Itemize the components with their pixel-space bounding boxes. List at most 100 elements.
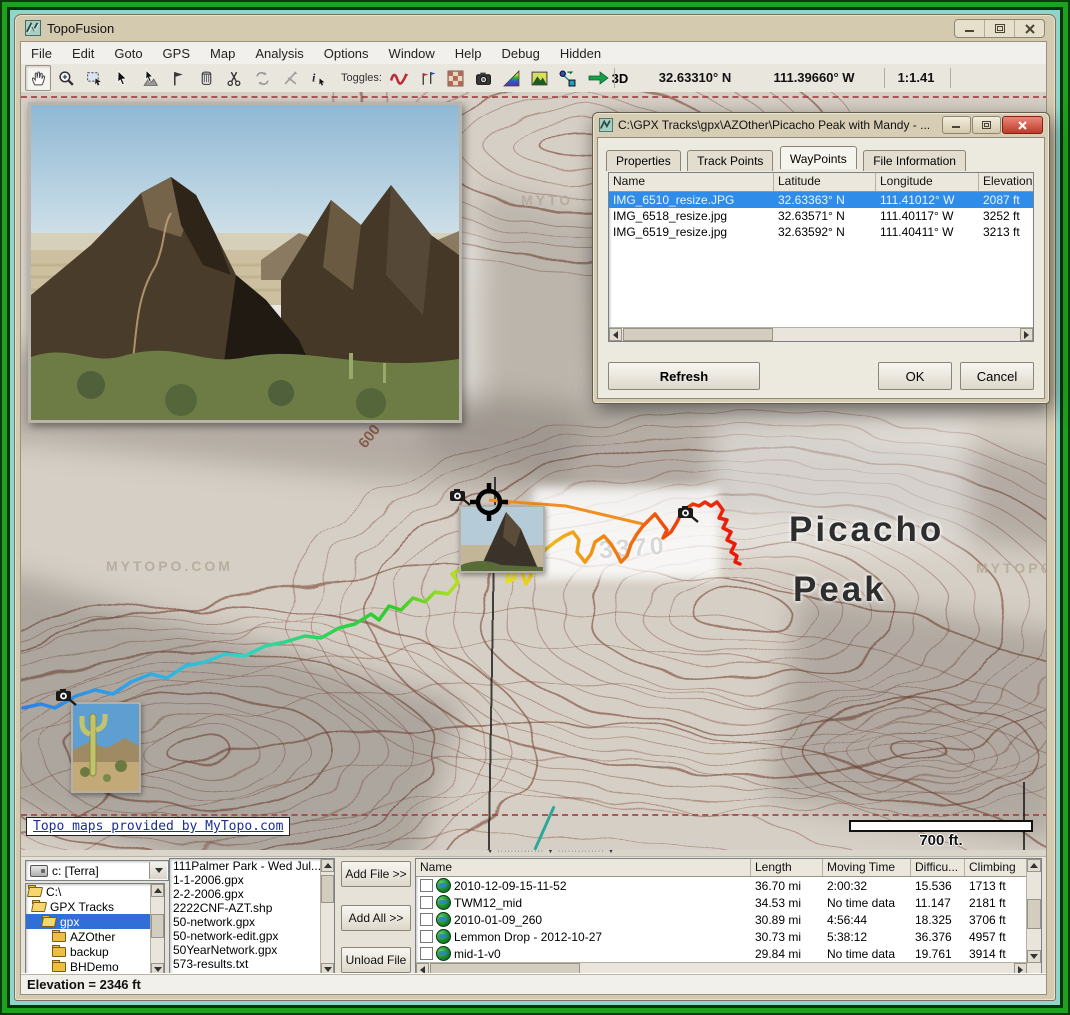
title-bar[interactable]: TopoFusion [15, 15, 1055, 41]
undo-redo-button[interactable] [249, 65, 275, 91]
loaded-tracks-table[interactable]: Name Length Moving Time Difficu... Climb… [415, 858, 1042, 977]
tree-item-backup[interactable]: backup [26, 944, 164, 959]
wp-col-elevation[interactable]: Elevation [979, 173, 1033, 191]
add-all-button[interactable]: Add All >> [341, 905, 411, 931]
file-item[interactable]: 50-network-edit.gpx [170, 929, 321, 943]
track-row[interactable]: mid-1-v0 29.84 miNo time data19.7613914 … [416, 945, 1027, 962]
wp-col-longitude[interactable]: Longitude [876, 173, 979, 191]
tab-properties[interactable]: Properties [606, 150, 681, 171]
photo-overlay-vista[interactable] [28, 102, 462, 423]
wp-col-latitude[interactable]: Latitude [774, 173, 876, 191]
file-item[interactable]: 1-1-2006.gpx [170, 873, 321, 887]
view-3d-button[interactable]: 3D [583, 65, 633, 91]
camera-marker-icon[interactable] [677, 505, 699, 523]
drive-select[interactable]: c: [Terra] [25, 860, 169, 881]
minimize-button[interactable] [955, 20, 984, 37]
file-item[interactable]: 2-2-2006.gpx [170, 887, 321, 901]
track-merge-button[interactable] [277, 65, 303, 91]
track-checkbox[interactable] [420, 913, 433, 926]
col-header-difficulty[interactable]: Difficu... [911, 859, 965, 876]
track-checkbox[interactable] [420, 947, 433, 960]
refresh-button[interactable]: Refresh [608, 362, 760, 390]
file-list-scrollbar[interactable] [320, 859, 334, 976]
waypoints-horizontal-scrollbar[interactable] [609, 327, 1033, 341]
track-checkbox[interactable] [420, 930, 433, 943]
track-row[interactable]: 2010-12-09-15-11-52 36.70 mi2:00:3215.53… [416, 877, 1027, 894]
file-item[interactable]: 573-results.txt [170, 957, 321, 971]
menu-hidden[interactable]: Hidden [550, 44, 611, 63]
toggle-elevation-gradient-button[interactable] [499, 65, 525, 91]
track-row[interactable]: Lemmon Drop - 2012-10-27 30.73 mi5:38:12… [416, 928, 1027, 945]
tree-item-c-drive[interactable]: C:\ [26, 884, 164, 899]
menu-help[interactable]: Help [445, 44, 492, 63]
ok-button[interactable]: OK [878, 362, 952, 390]
file-item[interactable]: 50YearNetwork.gpx [170, 943, 321, 957]
tree-item-bhdemo[interactable]: BHDemo [26, 959, 164, 974]
toggle-waypoints-button[interactable] [415, 65, 441, 91]
maximize-button[interactable] [984, 20, 1014, 37]
track-row[interactable]: TWM12_mid 34.53 miNo time data11.1472181… [416, 894, 1027, 911]
tab-file-information[interactable]: File Information [863, 150, 966, 171]
wp-col-name[interactable]: Name [609, 173, 774, 191]
camera-marker-icon[interactable] [55, 688, 77, 706]
drive-dropdown-arrow[interactable] [149, 862, 167, 879]
cancel-button[interactable]: Cancel [960, 362, 1034, 390]
menu-window[interactable]: Window [379, 44, 445, 63]
eraser-tool-button[interactable] [193, 65, 219, 91]
dialog-close-button[interactable] [1002, 116, 1043, 134]
map-attribution[interactable]: Topo maps provided by MyTopo.com [26, 817, 290, 836]
photo-thumbnail-cactus[interactable] [71, 702, 141, 793]
add-file-button[interactable]: Add File >> [341, 861, 411, 887]
col-header-climbing[interactable]: Climbing [965, 859, 1027, 876]
track-checkbox[interactable] [420, 896, 433, 909]
unload-file-button[interactable]: Unload File [341, 947, 411, 973]
folder-tree[interactable]: C:\ GPX Tracks gpx AZOther backup BHDemo [25, 883, 165, 977]
zoom-tool-button[interactable] [53, 65, 79, 91]
dialog-maximize-button[interactable] [972, 116, 1001, 134]
tab-waypoints[interactable]: WayPoints [780, 146, 857, 169]
waypoints-table[interactable]: Name Latitude Longitude Elevation IMG_65… [608, 172, 1034, 342]
select-tool-button[interactable] [109, 65, 135, 91]
col-header-length[interactable]: Length [751, 859, 823, 876]
waypoints-dialog[interactable]: C:\GPX Tracks\gpx\AZOther\Picacho Peak w… [592, 112, 1050, 404]
file-item[interactable]: 50-network.gpx [170, 915, 321, 929]
menu-gps[interactable]: GPS [153, 44, 200, 63]
menu-edit[interactable]: Edit [62, 44, 104, 63]
file-item[interactable]: 2222CNF-AZT.shp [170, 901, 321, 915]
waypoint-flag-button[interactable] [165, 65, 191, 91]
track-checkbox[interactable] [420, 879, 433, 892]
tab-track-points[interactable]: Track Points [687, 150, 773, 171]
tracks-vertical-scrollbar[interactable] [1026, 859, 1041, 976]
tree-item-azother[interactable]: AZOther [26, 929, 164, 944]
menu-debug[interactable]: Debug [492, 44, 550, 63]
track-row[interactable]: 2010-01-09_260 30.89 mi4:56:4418.3253706… [416, 911, 1027, 928]
close-button[interactable] [1014, 20, 1044, 37]
waypoint-row[interactable]: IMG_6519_resize.jpg 32.63592° N 111.4041… [609, 224, 1033, 240]
cut-track-button[interactable] [221, 65, 247, 91]
toggle-map-image-button[interactable] [527, 65, 553, 91]
tree-item-gpx-selected[interactable]: gpx [26, 914, 164, 929]
panel-splitter-handle[interactable]: ▼ ·············· ▼ ·············· ▼ [476, 850, 626, 855]
toggle-tiles-button[interactable] [443, 65, 469, 91]
toggle-network-button[interactable] [555, 65, 581, 91]
toggle-photos-button[interactable] [471, 65, 497, 91]
menu-options[interactable]: Options [314, 44, 379, 63]
waypoint-row[interactable]: IMG_6518_resize.jpg 32.63571° N 111.4011… [609, 208, 1033, 224]
marquee-select-button[interactable] [81, 65, 107, 91]
toggle-tracks-button[interactable] [387, 65, 413, 91]
menu-file[interactable]: File [21, 44, 62, 63]
select-track-button[interactable] [137, 65, 163, 91]
col-header-moving-time[interactable]: Moving Time [823, 859, 911, 876]
file-list[interactable]: 111Palmer Park - Wed Jul... 1-1-2006.gpx… [169, 858, 335, 977]
menu-goto[interactable]: Goto [104, 44, 152, 63]
waypoint-row-selected[interactable]: IMG_6510_resize.JPG 32.63363° N 111.4101… [609, 192, 1033, 208]
menu-map[interactable]: Map [200, 44, 245, 63]
tree-scrollbar[interactable] [150, 884, 164, 976]
pan-tool-button[interactable] [25, 65, 51, 91]
col-header-name[interactable]: Name [416, 859, 751, 876]
dialog-minimize-button[interactable] [942, 116, 971, 134]
menu-analysis[interactable]: Analysis [245, 44, 313, 63]
info-tool-button[interactable]: i [305, 65, 331, 91]
file-item[interactable]: 111Palmer Park - Wed Jul... [170, 859, 321, 873]
tree-item-gpx-tracks[interactable]: GPX Tracks [26, 899, 164, 914]
